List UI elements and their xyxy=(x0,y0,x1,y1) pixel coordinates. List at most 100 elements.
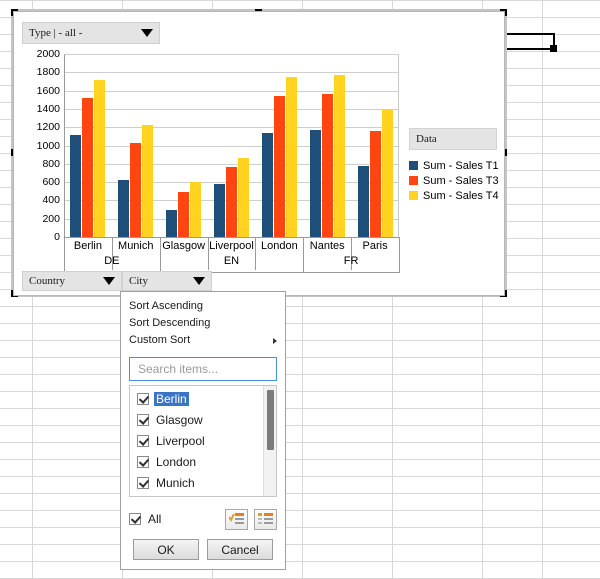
menu-item-sort-ascending[interactable]: Sort Ascending xyxy=(121,298,285,315)
pivot-chart-object[interactable]: Type | - all - 0 200 400 600 800 1000 1200 1400… xyxy=(13,11,505,296)
legend-label: Sum - Sales T4 xyxy=(423,189,499,202)
menu-item-label: Custom Sort xyxy=(129,334,191,346)
group-separator xyxy=(64,237,65,273)
chart-bar[interactable] xyxy=(166,209,178,237)
chart-bar[interactable] xyxy=(178,191,190,237)
legend-swatch xyxy=(409,176,418,185)
item-checkbox[interactable] xyxy=(137,455,149,468)
city-filter-dropdown: Sort Ascending Sort Descending Custom Sort… xyxy=(120,291,286,570)
y-axis-tick: 1800 xyxy=(36,66,60,79)
chart-bars-layer xyxy=(64,54,399,237)
menu-item-custom-sort[interactable]: Custom Sort xyxy=(121,332,285,349)
chart-bar[interactable] xyxy=(273,95,285,237)
list-scrollbar[interactable] xyxy=(263,386,276,496)
submenu-arrow-icon xyxy=(273,337,277,344)
pivot-field-country-filter[interactable]: Country xyxy=(22,271,122,291)
list-item-label: Munich xyxy=(156,475,195,490)
group-separator xyxy=(303,237,305,273)
x-axis-group-label: EN xyxy=(223,255,240,267)
item-checkbox[interactable] xyxy=(137,434,149,447)
chart-bar[interactable] xyxy=(190,182,202,237)
chart-bar[interactable] xyxy=(214,183,225,237)
chart-legend: Sum - Sales T1 Sum - Sales T3 Sum - Sales … xyxy=(409,158,499,203)
x-axis-category-label: Munich xyxy=(118,240,154,252)
x-axis-category-label: Nantes xyxy=(309,240,345,252)
pivot-field-city-filter[interactable]: City xyxy=(122,271,212,291)
legend-label: Sum - Sales T3 xyxy=(423,174,499,187)
list-item[interactable]: Munich xyxy=(130,472,263,493)
hide-only-current-icon[interactable] xyxy=(254,508,277,530)
legend-header[interactable]: Data xyxy=(409,128,497,150)
y-axis-tick: 1600 xyxy=(36,84,60,97)
chart-bar[interactable] xyxy=(285,76,297,237)
list-item[interactable]: Berlin xyxy=(130,388,263,409)
legend-header-label: Data xyxy=(416,133,437,145)
chart-bar[interactable] xyxy=(142,124,154,237)
spreadsheet-app: Type | - all - 0 200 400 600 800 1000 1200 1400… xyxy=(0,0,600,579)
list-item-label: Liverpool xyxy=(156,433,205,448)
pivot-field-type-filter[interactable]: Type | - all - xyxy=(22,22,160,44)
chart-bar[interactable] xyxy=(70,134,82,237)
select-all-row[interactable]: All xyxy=(129,506,277,532)
x-axis-category-label: Paris xyxy=(362,240,388,252)
y-axis-tick: 0 xyxy=(54,230,60,243)
y-axis-tick: 1000 xyxy=(36,139,60,152)
legend-item[interactable]: Sum - Sales T4 xyxy=(409,188,499,203)
chart-bar[interactable] xyxy=(333,74,345,237)
chart-bar[interactable] xyxy=(381,110,393,237)
pivot-field-city-label: City xyxy=(129,275,148,287)
menu-item-sort-descending[interactable]: Sort Descending xyxy=(121,315,285,332)
legend-item[interactable]: Sum - Sales T3 xyxy=(409,173,499,188)
chart-bar[interactable] xyxy=(82,97,94,237)
list-item[interactable]: Glasgow xyxy=(130,409,263,430)
pivot-field-type-label: Type | - all - xyxy=(29,27,83,39)
menu-item-label: Sort Descending xyxy=(129,317,211,329)
list-item-label: Berlin xyxy=(154,391,189,406)
search-items-box[interactable] xyxy=(129,357,277,381)
chart-bar[interactable] xyxy=(226,167,237,237)
chart-plot-wrapper: Type | - all - 0 200 400 600 800 1000 1200 1400… xyxy=(14,12,504,295)
chart-bar[interactable] xyxy=(130,143,142,237)
dialog-buttons: OK Cancel xyxy=(121,539,285,560)
chart-bar[interactable] xyxy=(321,93,333,237)
x-axis-category-labels: Berlin Munich Glasgow Liverpool London Nantes… xyxy=(64,237,400,273)
cancel-button[interactable]: Cancel xyxy=(207,539,273,560)
x-axis-category-label: Liverpool xyxy=(209,240,254,252)
y-axis-tick: 2000 xyxy=(36,47,60,60)
chart-bar[interactable] xyxy=(94,79,106,237)
menu-item-label: Sort Ascending xyxy=(129,300,203,312)
chevron-down-icon xyxy=(193,277,205,285)
y-axis-tick-labels: 0 200 400 600 800 1000 1200 1400 1600 1800 2000 xyxy=(20,49,60,242)
chart-bar[interactable] xyxy=(369,131,381,237)
legend-item[interactable]: Sum - Sales T1 xyxy=(409,158,499,173)
chevron-down-icon xyxy=(141,29,153,37)
list-item[interactable]: London xyxy=(130,451,263,472)
chart-bar[interactable] xyxy=(238,158,249,237)
chart-bar[interactable] xyxy=(118,180,130,237)
y-axis-tick: 1200 xyxy=(36,120,60,133)
chart-bar[interactable] xyxy=(309,130,321,237)
item-checkbox[interactable] xyxy=(137,476,149,489)
y-axis-tick: 600 xyxy=(42,175,60,188)
cell-cursor[interactable] xyxy=(505,33,557,52)
cell-fill-handle[interactable] xyxy=(550,45,557,52)
x-axis-category-label: London xyxy=(260,240,298,252)
scrollbar-thumb[interactable] xyxy=(267,390,274,450)
chart-bar[interactable] xyxy=(261,132,273,237)
pivot-field-country-label: Country xyxy=(29,275,66,287)
item-checkbox[interactable] xyxy=(137,392,149,405)
legend-label: Sum - Sales T1 xyxy=(423,159,499,172)
y-axis-tick: 400 xyxy=(42,194,60,207)
item-checkbox[interactable] xyxy=(137,413,149,426)
all-checkbox[interactable] xyxy=(129,513,141,525)
list-item[interactable]: Liverpool xyxy=(130,430,263,451)
x-axis-group-label: FR xyxy=(343,255,359,267)
ok-button[interactable]: OK xyxy=(133,539,199,560)
search-input[interactable] xyxy=(136,361,270,377)
city-checkbox-list[interactable]: Berlin Glasgow Liverpool London Munich xyxy=(129,385,277,497)
chart-bar[interactable] xyxy=(357,166,369,237)
legend-swatch xyxy=(409,191,418,200)
all-label: All xyxy=(148,512,162,526)
sort-menu: Sort Ascending Sort Descending Custom Sort xyxy=(121,298,285,349)
show-only-current-icon[interactable] xyxy=(225,508,248,530)
